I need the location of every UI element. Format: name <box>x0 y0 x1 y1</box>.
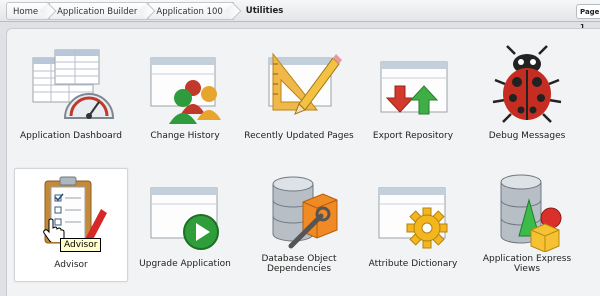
recently-updated-pages-icon <box>268 52 342 115</box>
breadcrumb-application-builder[interactable]: Application Builder <box>49 2 156 20</box>
tile-label: Export Repository <box>372 130 454 141</box>
breadcrumb-label: Home <box>13 7 39 17</box>
attribute-dictionary-icon <box>378 187 448 249</box>
breadcrumb-bar: Home Application Builder Application 100… <box>0 0 600 31</box>
page-indicator[interactable]: Page 1 <box>576 4 600 31</box>
tile-upgrade-application[interactable]: Upgrade Application <box>128 168 242 282</box>
tile-label: Advisor <box>54 259 88 270</box>
tile-label: Change History <box>150 130 220 141</box>
tile-label: Application Express Views <box>482 253 572 275</box>
upgrade-application-icon <box>150 187 219 250</box>
tile-change-history[interactable]: Change History <box>128 40 242 154</box>
tile-export-repository[interactable]: Export Repository <box>356 40 470 154</box>
export-repository-icon <box>380 61 448 115</box>
breadcrumb-label: Application 100 <box>156 7 223 17</box>
tile-debug-messages[interactable]: Debug Messages <box>470 40 584 154</box>
breadcrumb-current: Utilities <box>245 6 284 16</box>
breadcrumb-application[interactable]: Application 100 <box>148 2 242 20</box>
tile-application-dashboard[interactable]: Application Dashboard <box>14 40 128 154</box>
change-history-icon <box>150 57 221 124</box>
tile-application-express-views[interactable]: Application Express Views <box>470 168 584 282</box>
tile-label: Attribute Dictionary <box>368 258 458 269</box>
tile-label: Debug Messages <box>488 130 566 141</box>
database-object-dependencies-icon <box>272 176 338 249</box>
breadcrumb-label: Application Builder <box>57 7 138 17</box>
application-dashboard-icon <box>32 49 115 119</box>
tile-label: Upgrade Application <box>139 258 231 269</box>
breadcrumb-home[interactable]: Home <box>6 2 57 20</box>
tile-attribute-dictionary[interactable]: Attribute Dictionary <box>356 168 470 282</box>
tile-label: Application Dashboard <box>20 130 122 141</box>
tooltip: Advisor <box>60 238 102 252</box>
tile-recently-updated-pages[interactable]: Recently Updated Pages <box>242 40 356 154</box>
application-express-views-icon <box>500 174 562 252</box>
tile-label: Database Object Dependencies <box>261 253 337 275</box>
tile-database-object-dependencies[interactable]: Database Object Dependencies <box>242 168 356 282</box>
breadcrumb: Home Application Builder Application 100… <box>6 2 294 20</box>
tile-label: Recently Updated Pages <box>244 130 354 141</box>
debug-messages-icon <box>492 45 562 123</box>
tile-advisor[interactable]: Advisor <box>14 168 128 282</box>
